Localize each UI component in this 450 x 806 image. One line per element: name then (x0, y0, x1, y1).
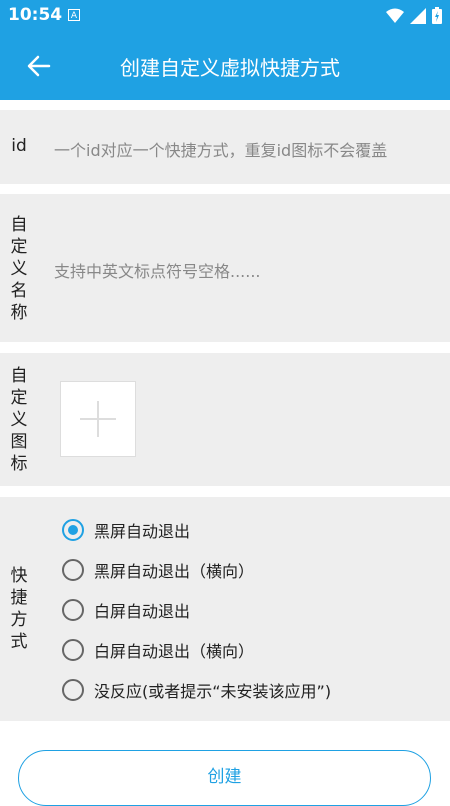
notification-icon: A (68, 9, 80, 21)
radio-option-no-response[interactable]: 没反应(或者提示“未安装该应用”) (62, 678, 331, 702)
add-icon-button[interactable] (60, 381, 136, 457)
status-time: 10:54 (8, 5, 63, 25)
radio-unchecked-icon[interactable] (62, 599, 84, 621)
radio-option-white-screen-landscape[interactable]: 白屏自动退出（横向） (62, 638, 254, 662)
app-bar: 创建自定义虚拟快捷方式 (0, 32, 450, 100)
status-icons (386, 7, 442, 24)
shortcut-section: 快 捷 方 式 黑屏自动退出 黑屏自动退出（横向） 白屏自动退出 白屏自动退出（… (0, 497, 450, 721)
radio-label: 白屏自动退出 (94, 602, 191, 621)
radio-unchecked-icon[interactable] (62, 639, 84, 661)
radio-option-black-screen[interactable]: 黑屏自动退出 (62, 518, 190, 542)
plus-icon (80, 401, 116, 437)
name-input[interactable]: 支持中英文标点符号空格...... (54, 258, 261, 282)
radio-unchecked-icon[interactable] (62, 559, 84, 581)
radio-checked-icon[interactable] (62, 519, 84, 541)
wifi-icon (386, 8, 404, 23)
radio-option-white-screen[interactable]: 白屏自动退出 (62, 598, 190, 622)
name-label: 自 定 义 名 称 (10, 215, 28, 323)
radio-label: 黑屏自动退出 (94, 522, 191, 541)
radio-label: 没反应(或者提示“未安装该应用”) (94, 682, 332, 701)
id-input[interactable]: 一个id对应一个快捷方式，重复id图标不会覆盖 (54, 137, 387, 161)
icon-label: 自 定 义 图 标 (10, 366, 28, 474)
battery-icon (432, 7, 442, 24)
radio-label: 黑屏自动退出（横向） (94, 562, 255, 581)
signal-icon (410, 7, 426, 24)
shortcut-label: 快 捷 方 式 (10, 566, 28, 652)
icon-section: 自 定 义 图 标 (0, 353, 450, 486)
id-label: id (11, 136, 27, 156)
status-bar: 10:54 A (0, 0, 450, 32)
create-button[interactable]: 创建 (18, 750, 431, 806)
radio-unchecked-icon[interactable] (62, 679, 84, 701)
page-title: 创建自定义虚拟快捷方式 (120, 56, 340, 80)
radio-option-black-screen-landscape[interactable]: 黑屏自动退出（横向） (62, 558, 254, 582)
name-section: 自 定 义 名 称 支持中英文标点符号空格...... (0, 194, 450, 342)
id-section: id 一个id对应一个快捷方式，重复id图标不会覆盖 (0, 110, 450, 184)
radio-label: 白屏自动退出（横向） (94, 642, 255, 661)
